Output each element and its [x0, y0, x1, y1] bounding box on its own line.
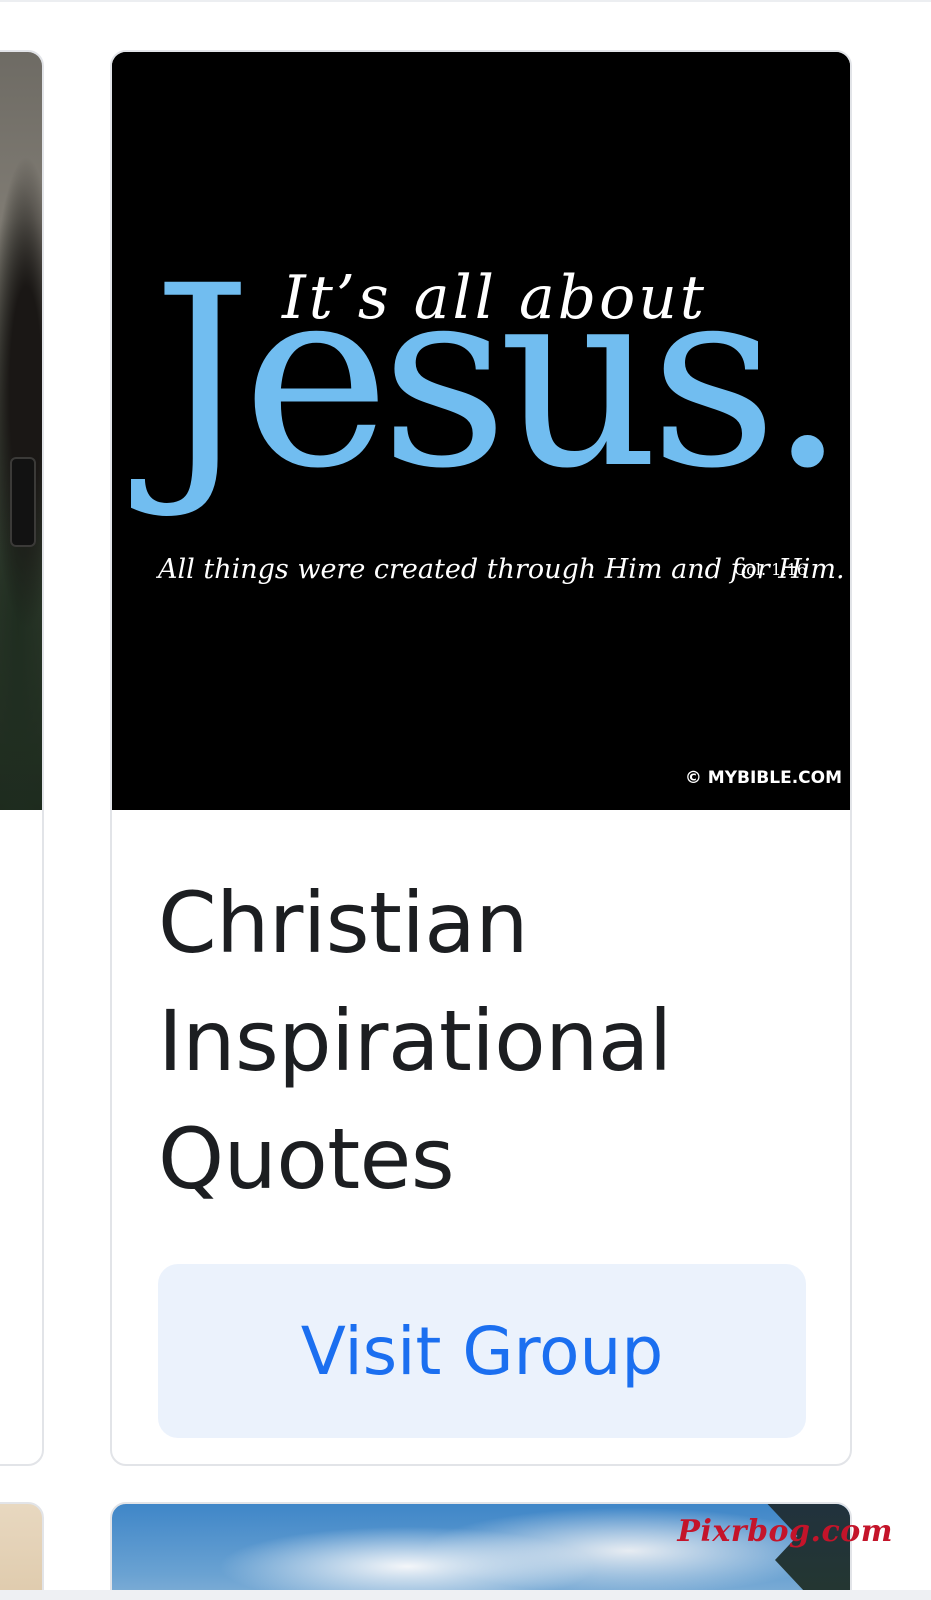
cover-verse-reference: Col. 1:16 [734, 560, 807, 579]
cover-headline-large: Jesus. [131, 232, 837, 523]
group-cover-image[interactable]: It’s all about Jesus. All things were cr… [112, 52, 850, 810]
bottom-strip [0, 1590, 931, 1600]
previous-group-card-image[interactable] [0, 52, 42, 810]
group-title[interactable]: Christian Inspirational Quotes [158, 864, 798, 1218]
cover-copyright: © MYBIBLE.COM [685, 768, 842, 788]
watermark: Pixrbog.com [677, 1514, 893, 1549]
previous-group-card[interactable] [0, 50, 44, 1466]
group-card: It’s all about Jesus. All things were cr… [110, 50, 852, 1466]
visit-group-button[interactable]: Visit Group [158, 1264, 806, 1438]
next-row-left-card[interactable] [0, 1502, 44, 1600]
top-divider [0, 0, 931, 2]
page: It’s all about Jesus. All things were cr… [0, 0, 931, 1600]
previous-group-card-image-detail [10, 457, 36, 547]
cover-artwork: It’s all about Jesus. All things were cr… [112, 52, 850, 810]
